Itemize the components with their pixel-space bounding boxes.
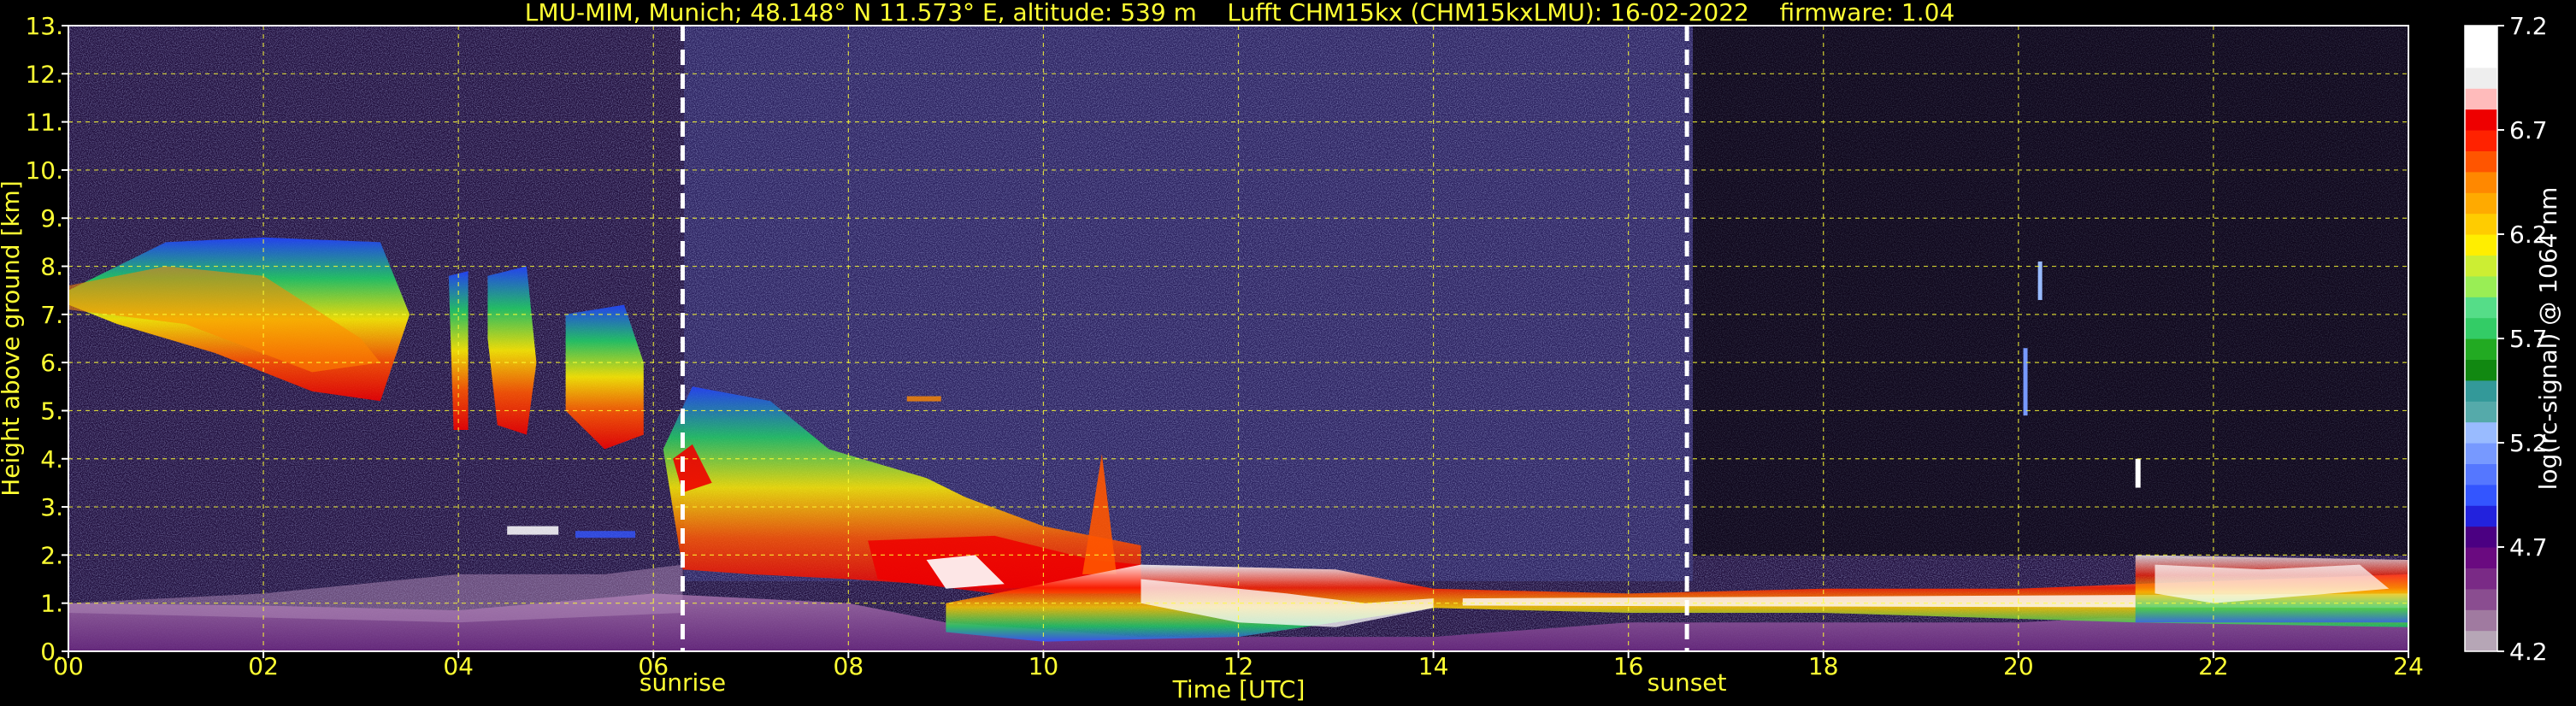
y-tick-label: 1. (40, 590, 63, 618)
x-tick-label: 24 (2393, 652, 2424, 680)
noise-dim-night (1693, 26, 2408, 556)
colorbar-segment (2465, 588, 2497, 610)
colorbar-segment (2465, 26, 2497, 47)
x-tick-label: 22 (2198, 652, 2229, 680)
y-tick-label: 11. (25, 109, 63, 137)
x-tick-label: 10 (1029, 652, 1059, 680)
aerosol-speck (906, 396, 941, 402)
colorbar-segment (2465, 171, 2497, 193)
colorbar-segment (2465, 213, 2497, 235)
x-tick-label: 06 (638, 652, 669, 680)
colorbar-segment (2465, 46, 2497, 68)
colorbar-segment (2465, 463, 2497, 485)
colorbar-segment (2465, 234, 2497, 256)
colorbar-label: log(rc-signal) @ 1064 nm (2534, 187, 2562, 491)
colorbar-segment (2465, 297, 2497, 319)
colorbar-segment (2465, 67, 2497, 89)
x-tick-label: 20 (2003, 652, 2034, 680)
y-tick-label: 13. (25, 12, 63, 40)
colorbar-tick-label: 4.2 (2509, 638, 2548, 666)
y-tick-label: 10. (25, 156, 63, 185)
colorbar-tick-label: 4.7 (2509, 533, 2548, 562)
y-tick-label: 6. (40, 349, 63, 377)
y-tick-label: 2. (40, 541, 63, 569)
isolated-cloud (2037, 261, 2043, 300)
x-tick-label: 14 (1418, 652, 1449, 680)
y-tick-label: 3. (40, 493, 63, 521)
colorbar-segment (2465, 379, 2497, 402)
colorbar-segment (2465, 192, 2497, 215)
y-tick-label: 12. (25, 60, 63, 88)
x-tick-label: 08 (834, 652, 864, 680)
colorbar-segment (2465, 317, 2497, 339)
y-tick-label: 4. (40, 445, 63, 474)
colorbar-segment (2465, 609, 2497, 632)
colorbar-segment (2465, 547, 2497, 568)
ceilometer-chart: sunrise sunset00 02 04 06 08 10 12 14 16 18 20 22 240… (0, 0, 2562, 703)
x-axis-label: Time [UTC] (1172, 675, 1306, 703)
y-tick-label: 9. (40, 204, 63, 232)
y-tick-label: 7. (40, 301, 63, 329)
colorbar-segment (2465, 421, 2497, 444)
colorbar-segment (2465, 568, 2497, 590)
chart-title: LMU-MIM, Munich; 48.148° N 11.573° E, al… (525, 0, 1955, 26)
isolated-cloud (2023, 348, 2028, 416)
colorbar-segment (2465, 484, 2497, 506)
colorbar-segment (2465, 338, 2497, 360)
colorbar-segment (2465, 443, 2497, 464)
colorbar-segment (2465, 275, 2497, 297)
x-tick-label: 02 (248, 652, 279, 680)
colorbar-segment (2465, 109, 2497, 131)
colorbar-segment (2465, 359, 2497, 381)
colorbar-tick-label: 6.7 (2509, 116, 2548, 144)
colorbar-segment (2465, 88, 2497, 110)
thin-aerosol-streak (575, 531, 636, 538)
isolated-cloud (2135, 458, 2141, 488)
colorbar-segment (2465, 526, 2497, 548)
y-tick-label: 0. (40, 638, 63, 666)
y-tick-label: 8. (40, 253, 63, 281)
colorbar-segment (2465, 505, 2497, 527)
y-tick-label: 5. (40, 397, 63, 425)
x-tick-label: 04 (443, 652, 474, 680)
thin-aerosol-streak (507, 526, 559, 535)
colorbar-segment (2465, 630, 2497, 652)
colorbar-segment (2465, 130, 2497, 151)
y-axis-label: Height above ground [km] (0, 180, 25, 497)
plot-area (68, 26, 2408, 651)
marker-label-sunset: sunset (1648, 668, 1727, 697)
colorbar-segment (2465, 255, 2497, 277)
x-tick-label: 18 (1808, 652, 1839, 680)
colorbar-segment (2465, 401, 2497, 423)
colorbar-tick-label: 7.2 (2509, 12, 2548, 40)
x-tick-label: 16 (1613, 652, 1644, 680)
colorbar-segment (2465, 150, 2497, 173)
